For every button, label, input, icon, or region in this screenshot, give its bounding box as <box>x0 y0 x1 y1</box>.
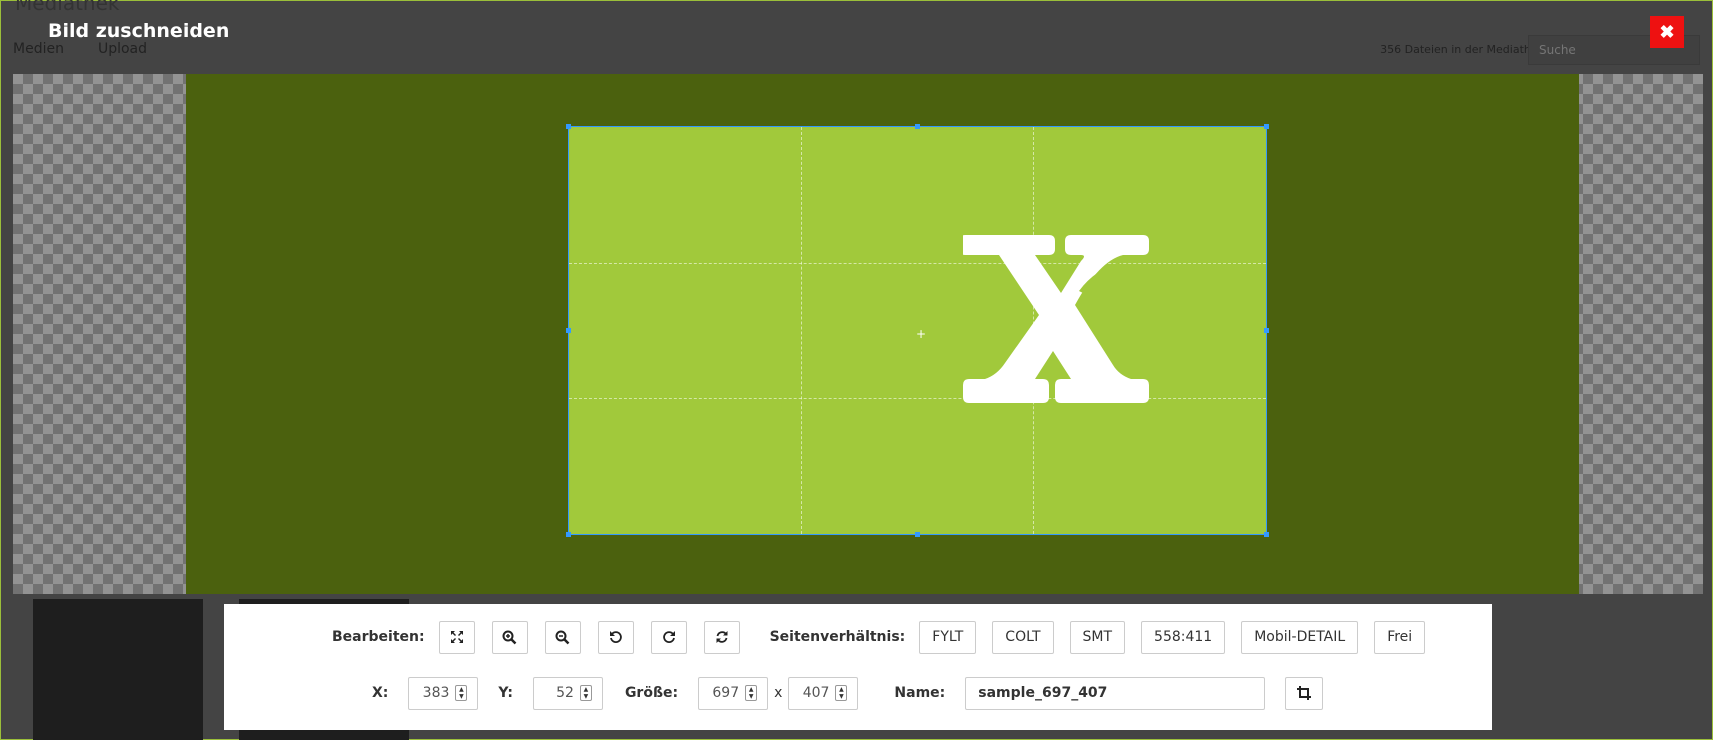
edit-label: Bearbeiten: <box>332 629 425 645</box>
height-input[interactable] <box>789 685 836 701</box>
width-input[interactable] <box>699 685 746 701</box>
name-label: Name: <box>894 685 946 701</box>
modal-title: Bild zuschneiden <box>48 20 230 42</box>
crop-handle[interactable] <box>1264 328 1269 333</box>
rotate-right-button[interactable] <box>650 620 687 654</box>
ratio-button-fylt[interactable]: FYLT <box>919 620 977 654</box>
crop-selection[interactable]: + <box>568 126 1267 535</box>
rotate-right-icon <box>662 631 675 643</box>
ratio-button-mobil-detail[interactable]: Mobil-DETAIL <box>1241 620 1359 654</box>
spinner-icon[interactable]: ▲ ▼ <box>835 685 848 701</box>
spinner-icon[interactable]: ▲ ▼ <box>745 685 758 701</box>
close-icon: ✖ <box>1659 21 1675 42</box>
crop-button[interactable] <box>1285 676 1324 710</box>
rotate-left-icon <box>609 631 622 643</box>
reset-icon <box>716 631 728 643</box>
spinner-icon[interactable]: ▲ ▼ <box>455 685 468 701</box>
ratio-button-558-411[interactable]: 558:411 <box>1141 620 1226 654</box>
fit-button[interactable] <box>438 620 475 654</box>
x-logo <box>963 235 1149 403</box>
x-label: X: <box>372 685 389 701</box>
crop-handle[interactable] <box>915 124 920 129</box>
size-separator: x <box>774 685 783 701</box>
width-stepper[interactable]: ▲▼ <box>698 676 769 710</box>
zoom-out-icon <box>555 630 570 644</box>
crop-handle[interactable] <box>1264 532 1269 537</box>
x-input[interactable] <box>409 685 456 701</box>
center-crosshair: + <box>916 327 927 341</box>
ratio-label: Seitenverhältnis: <box>769 629 906 645</box>
reset-button[interactable] <box>703 620 740 654</box>
y-label: Y: <box>498 685 513 701</box>
crop-handle[interactable] <box>566 124 571 129</box>
crop-handle[interactable] <box>566 532 571 537</box>
y-input[interactable] <box>533 685 580 701</box>
crop-handle[interactable] <box>915 532 920 537</box>
crop-icon <box>1297 686 1312 700</box>
crop-handle[interactable] <box>566 328 571 333</box>
size-label: Größe: <box>624 685 679 701</box>
zoom-in-icon <box>502 630 517 644</box>
crop-canvas[interactable]: + <box>13 74 1703 594</box>
ratio-button-colt[interactable]: COLT <box>992 620 1054 654</box>
ratio-button-frei[interactable]: Frei <box>1374 620 1426 654</box>
crop-handle[interactable] <box>1264 124 1269 129</box>
ratio-button-smt[interactable]: SMT <box>1069 620 1126 654</box>
fullscreen-icon <box>450 631 463 643</box>
crop-toolbar: Bearbeiten: Seitenverhältnis: FYLT COLT … <box>224 604 1492 730</box>
zoom-out-button[interactable] <box>544 620 581 654</box>
height-stepper[interactable]: ▲▼ <box>788 676 859 710</box>
close-button[interactable]: ✖ <box>1650 16 1684 48</box>
zoom-in-button[interactable] <box>491 620 528 654</box>
rotate-left-button[interactable] <box>597 620 634 654</box>
name-input[interactable] <box>965 676 1266 710</box>
image-preview: + <box>186 74 1579 594</box>
y-stepper[interactable]: ▲▼ <box>532 676 603 710</box>
x-stepper[interactable]: ▲▼ <box>408 676 479 710</box>
spinner-icon[interactable]: ▲ ▼ <box>579 685 592 701</box>
